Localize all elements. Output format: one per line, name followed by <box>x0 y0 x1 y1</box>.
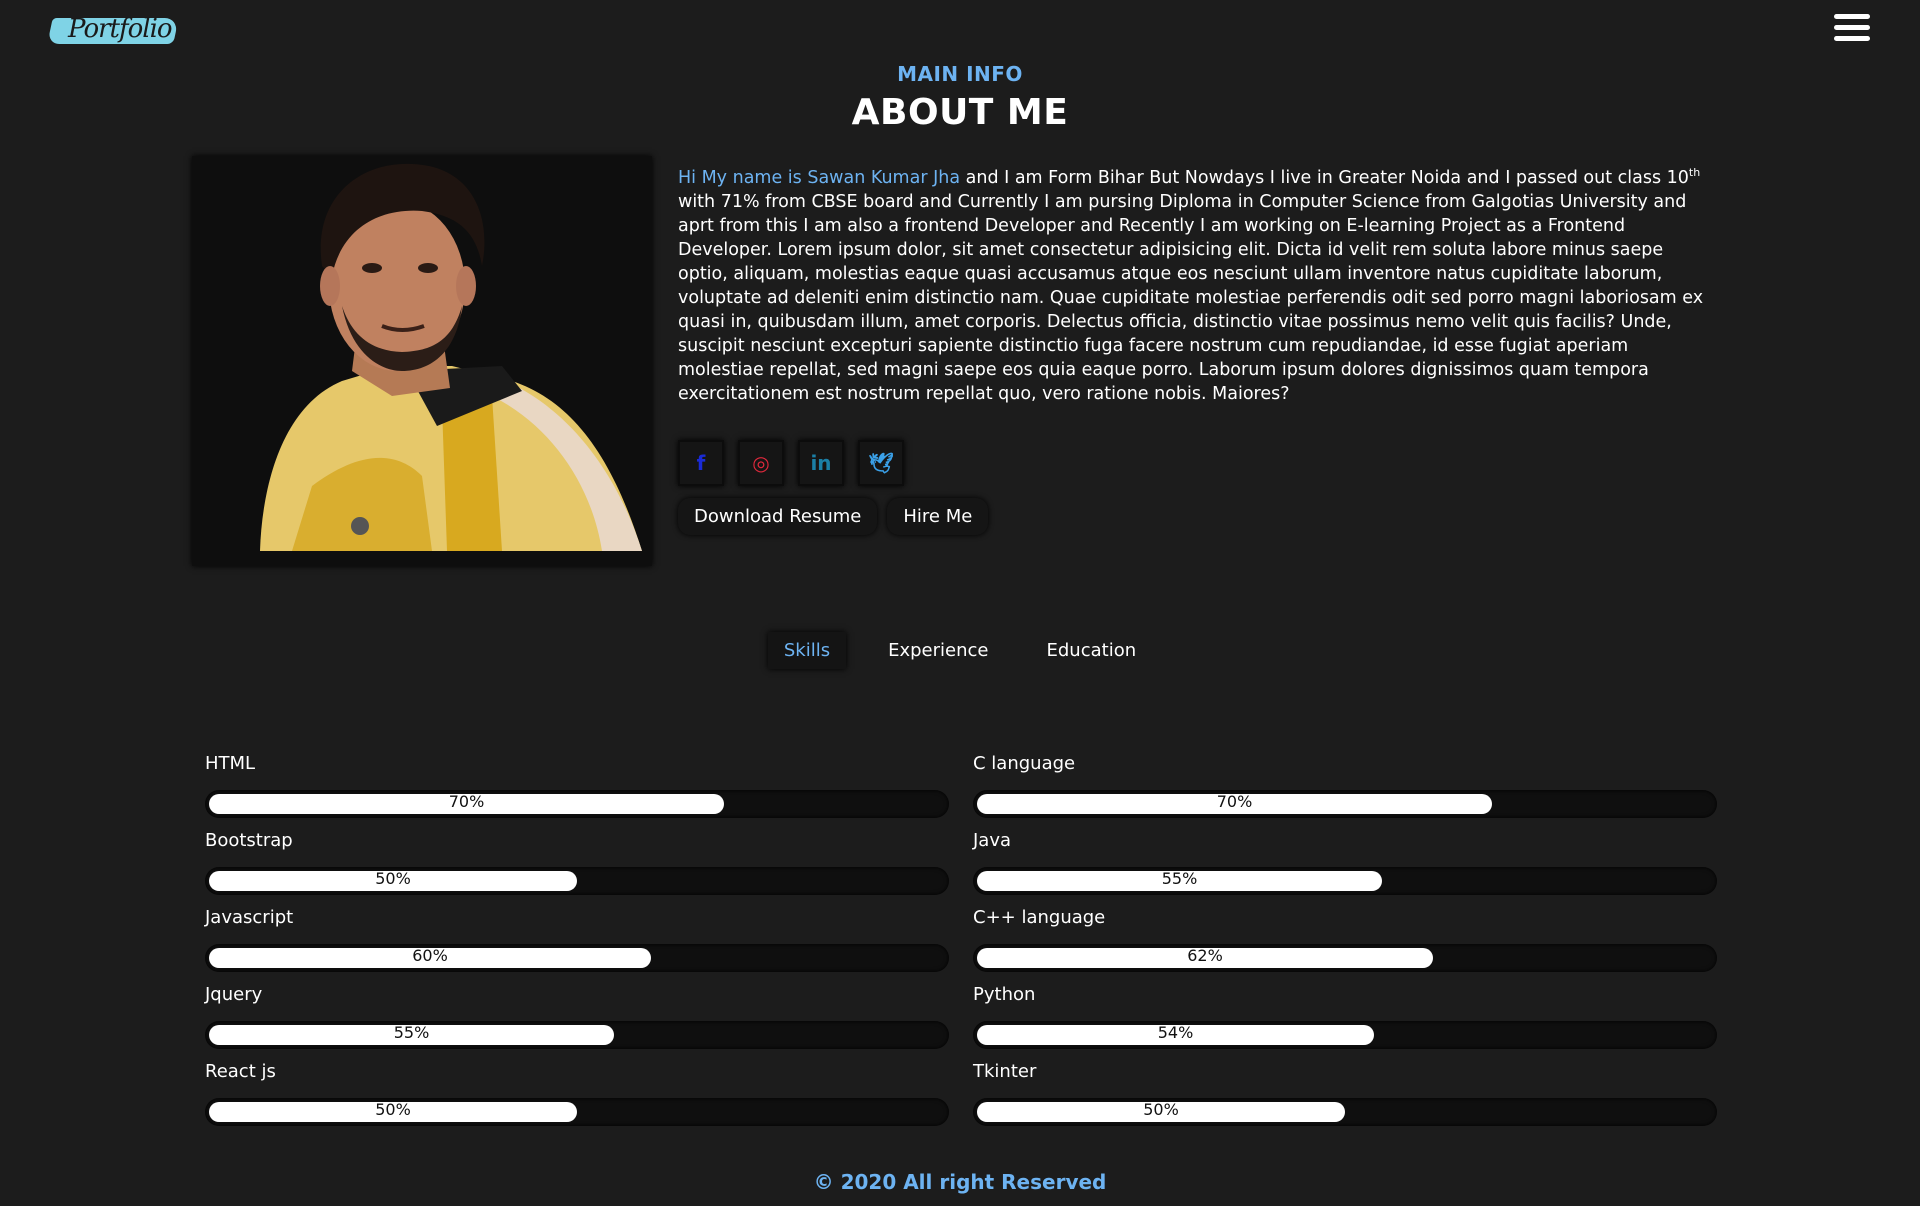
tab-experience[interactable]: Experience <box>872 632 1004 669</box>
progress-label: 70% <box>448 792 485 811</box>
progress-bar: 60% <box>205 944 949 972</box>
hamburger-menu-icon[interactable] <box>1834 14 1870 46</box>
about-highlight: Hi My name is Sawan Kumar Jha <box>678 168 961 188</box>
about-text: Hi My name is Sawan Kumar Jha and I am F… <box>678 166 1708 406</box>
about-sup: th <box>1688 166 1701 180</box>
progress-bar: 62% <box>973 944 1717 972</box>
skill-row: HTML 70% <box>193 750 949 827</box>
skill-row: Jquery 55% <box>193 981 949 1058</box>
progress-label: 62% <box>1187 946 1223 965</box>
about-text-part1: and I am Form Bihar But Nowdays I live i… <box>960 168 1689 188</box>
skill-row: Javascript 60% <box>193 904 949 981</box>
progress-label: 50% <box>1143 1100 1179 1119</box>
tab-education[interactable]: Education <box>1031 632 1153 669</box>
section-subtitle: MAIN INFO <box>897 62 1023 86</box>
skill-row: Bootstrap 50% <box>193 827 949 904</box>
profile-photo <box>192 156 652 566</box>
about-text-part2: with 71% from CBSE board and Currently I… <box>678 192 1704 404</box>
facebook-icon[interactable]: f <box>678 440 724 486</box>
progress-label: 50% <box>375 869 411 888</box>
download-resume-button[interactable]: Download Resume <box>678 498 878 535</box>
skill-name: Python <box>973 984 1036 1005</box>
progress-bar: 50% <box>973 1098 1717 1126</box>
skill-row: C++ language 62% <box>961 904 1717 981</box>
progress-label: 54% <box>1157 1023 1194 1042</box>
progress-bar: 70% <box>205 790 949 818</box>
progress-label: 55% <box>393 1023 430 1042</box>
progress-bar: 55% <box>973 867 1717 895</box>
social-links: f ◎ in 🕊 <box>678 440 904 486</box>
skill-name: HTML <box>205 753 256 774</box>
skill-row: Tkinter 50% <box>961 1058 1717 1135</box>
skill-name: C++ language <box>973 907 1106 928</box>
progress-bar: 55% <box>205 1021 949 1049</box>
skill-name: React js <box>205 1061 276 1082</box>
progress-bar: 54% <box>973 1021 1717 1049</box>
progress-label: 55% <box>1161 869 1198 888</box>
linkedin-icon[interactable]: in <box>798 440 844 486</box>
skill-name: C language <box>973 753 1076 774</box>
tab-skills[interactable]: Skills <box>767 632 847 669</box>
skill-name: Java <box>973 830 1012 851</box>
skill-name: Bootstrap <box>205 830 293 851</box>
page-title: ABOUT ME <box>851 92 1069 133</box>
skill-name: Javascript <box>205 907 294 928</box>
skill-name: Jquery <box>205 984 263 1005</box>
progress-label: 60% <box>412 946 448 965</box>
skill-name: Tkinter <box>973 1061 1037 1082</box>
instagram-icon[interactable]: ◎ <box>738 440 784 486</box>
progress-label: 70% <box>1216 792 1253 811</box>
tab-bar: Skills Experience Education <box>0 632 1920 669</box>
skill-row: React js 50% <box>193 1058 949 1135</box>
progress-label: 50% <box>375 1100 411 1119</box>
skills-left-column: HTML 70% Bootstrap 50% Javascript 60% Jquery 55… <box>193 750 949 1135</box>
skill-row: Java 55% <box>961 827 1717 904</box>
progress-bar: 50% <box>205 867 949 895</box>
logo[interactable]: Portfolio <box>47 12 179 50</box>
twitter-icon[interactable]: 🕊 <box>858 440 904 486</box>
skill-row: Python 54% <box>961 981 1717 1058</box>
footer-copyright: © 2020 All right Reserved <box>813 1170 1107 1194</box>
action-buttons: Download Resume Hire Me <box>678 498 989 535</box>
progress-bar: 50% <box>205 1098 949 1126</box>
hire-me-button[interactable]: Hire Me <box>887 498 989 535</box>
skills-right-column: C language 70% Java 55% C++ language 62% Pytho… <box>961 750 1717 1135</box>
progress-bar: 70% <box>973 790 1717 818</box>
logo-text: Portfolio <box>68 14 173 44</box>
skill-row: C language 70% <box>961 750 1717 827</box>
